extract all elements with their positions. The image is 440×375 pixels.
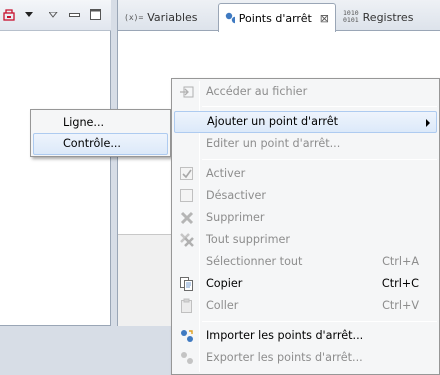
tab-label: Points d'arrêt xyxy=(238,11,312,25)
menu-item-label: Copier xyxy=(206,277,243,290)
copy-icon xyxy=(180,277,193,291)
menu-separator xyxy=(202,321,437,322)
menu-item-remove[interactable]: Supprimer xyxy=(174,207,437,229)
menu-item-copy[interactable]: Copier Ctrl+C xyxy=(174,273,437,295)
menu-shortcut: Ctrl+V xyxy=(382,299,419,312)
menu-item-label: Contrôle... xyxy=(63,137,121,150)
go-to-file-icon xyxy=(180,86,194,98)
close-tab-icon[interactable]: ⊠ xyxy=(320,12,329,25)
remove-all-icon xyxy=(180,233,194,247)
menu-item-edit-breakpoint[interactable]: Editer un point d'arrêt... xyxy=(174,133,437,155)
menu-item-select-all[interactable]: Sélectionner tout Ctrl+A xyxy=(174,251,437,273)
submenu-item-control[interactable]: Contrôle... xyxy=(33,133,168,155)
menu-separator xyxy=(202,159,437,160)
breakpoints-context-menu: Accéder au fichier Ajouter un point d'ar… xyxy=(171,78,440,375)
menu-separator xyxy=(202,106,437,107)
minimize-chevron-icon[interactable] xyxy=(49,12,58,18)
menu-item-label: Exporter les points d'arrêt... xyxy=(206,351,363,364)
maximize-icon[interactable] xyxy=(90,9,102,21)
submenu-item-line[interactable]: Ligne... xyxy=(33,112,168,134)
menu-item-label: Coller xyxy=(206,299,239,312)
tab-bar: (x)= Variables Points d'arrêt ⊠ 1010 010… xyxy=(118,0,440,32)
menu-item-label: Sélectionner tout xyxy=(206,255,303,268)
add-breakpoint-submenu: Ligne... Contrôle... xyxy=(30,109,171,157)
menu-item-go-to-file[interactable]: Accéder au fichier xyxy=(174,81,437,103)
tab-registers[interactable]: 1010 0101 Registres xyxy=(337,3,419,31)
menu-item-label: Désactiver xyxy=(206,189,266,202)
menu-item-label: Importer les points d'arrêt... xyxy=(206,329,364,342)
menu-shortcut: Ctrl+C xyxy=(381,277,419,290)
debug-toolbar-icon[interactable] xyxy=(3,9,17,23)
export-icon xyxy=(181,352,193,364)
menu-item-paste[interactable]: Coller Ctrl+V xyxy=(174,295,437,317)
left-view-toolbar xyxy=(0,0,111,31)
minimize-icon[interactable] xyxy=(69,13,80,18)
import-icon xyxy=(181,330,193,342)
variables-icon: (x)= xyxy=(124,12,144,22)
menu-item-label: Ajouter un point d'arrêt xyxy=(207,115,339,128)
registers-icon: 1010 0101 xyxy=(343,9,359,24)
menu-item-label: Accéder au fichier xyxy=(206,85,308,98)
menu-item-import-breakpoints[interactable]: Importer les points d'arrêt... xyxy=(174,325,437,347)
menu-item-label: Ligne... xyxy=(63,116,105,129)
checkmark-icon xyxy=(180,167,193,180)
menu-item-enable[interactable]: Activer xyxy=(174,163,437,185)
menu-item-label: Tout supprimer xyxy=(206,233,291,246)
submenu-arrow-icon xyxy=(426,119,430,127)
menu-item-label: Editer un point d'arrêt... xyxy=(206,137,341,150)
menu-item-label: Activer xyxy=(206,167,246,180)
menu-item-disable[interactable]: Désactiver xyxy=(174,185,437,207)
left-view-panel xyxy=(0,0,111,326)
menu-item-label: Supprimer xyxy=(206,211,265,224)
breakpoints-icon xyxy=(225,12,235,24)
tab-label: Variables xyxy=(147,10,198,24)
menu-shortcut: Ctrl+A xyxy=(382,255,419,268)
tab-label: Registres xyxy=(362,10,414,24)
paste-icon xyxy=(181,298,192,313)
unchecked-icon xyxy=(180,189,193,202)
menu-item-add-breakpoint[interactable]: Ajouter un point d'arrêt xyxy=(174,111,437,133)
remove-icon xyxy=(180,211,194,225)
tab-breakpoints[interactable]: Points d'arrêt ⊠ xyxy=(218,3,336,32)
view-menu-icon[interactable] xyxy=(25,12,34,18)
menu-item-export-breakpoints[interactable]: Exporter les points d'arrêt... xyxy=(174,347,437,369)
menu-item-remove-all[interactable]: Tout supprimer xyxy=(174,229,437,251)
tab-variables[interactable]: (x)= Variables xyxy=(118,3,204,31)
